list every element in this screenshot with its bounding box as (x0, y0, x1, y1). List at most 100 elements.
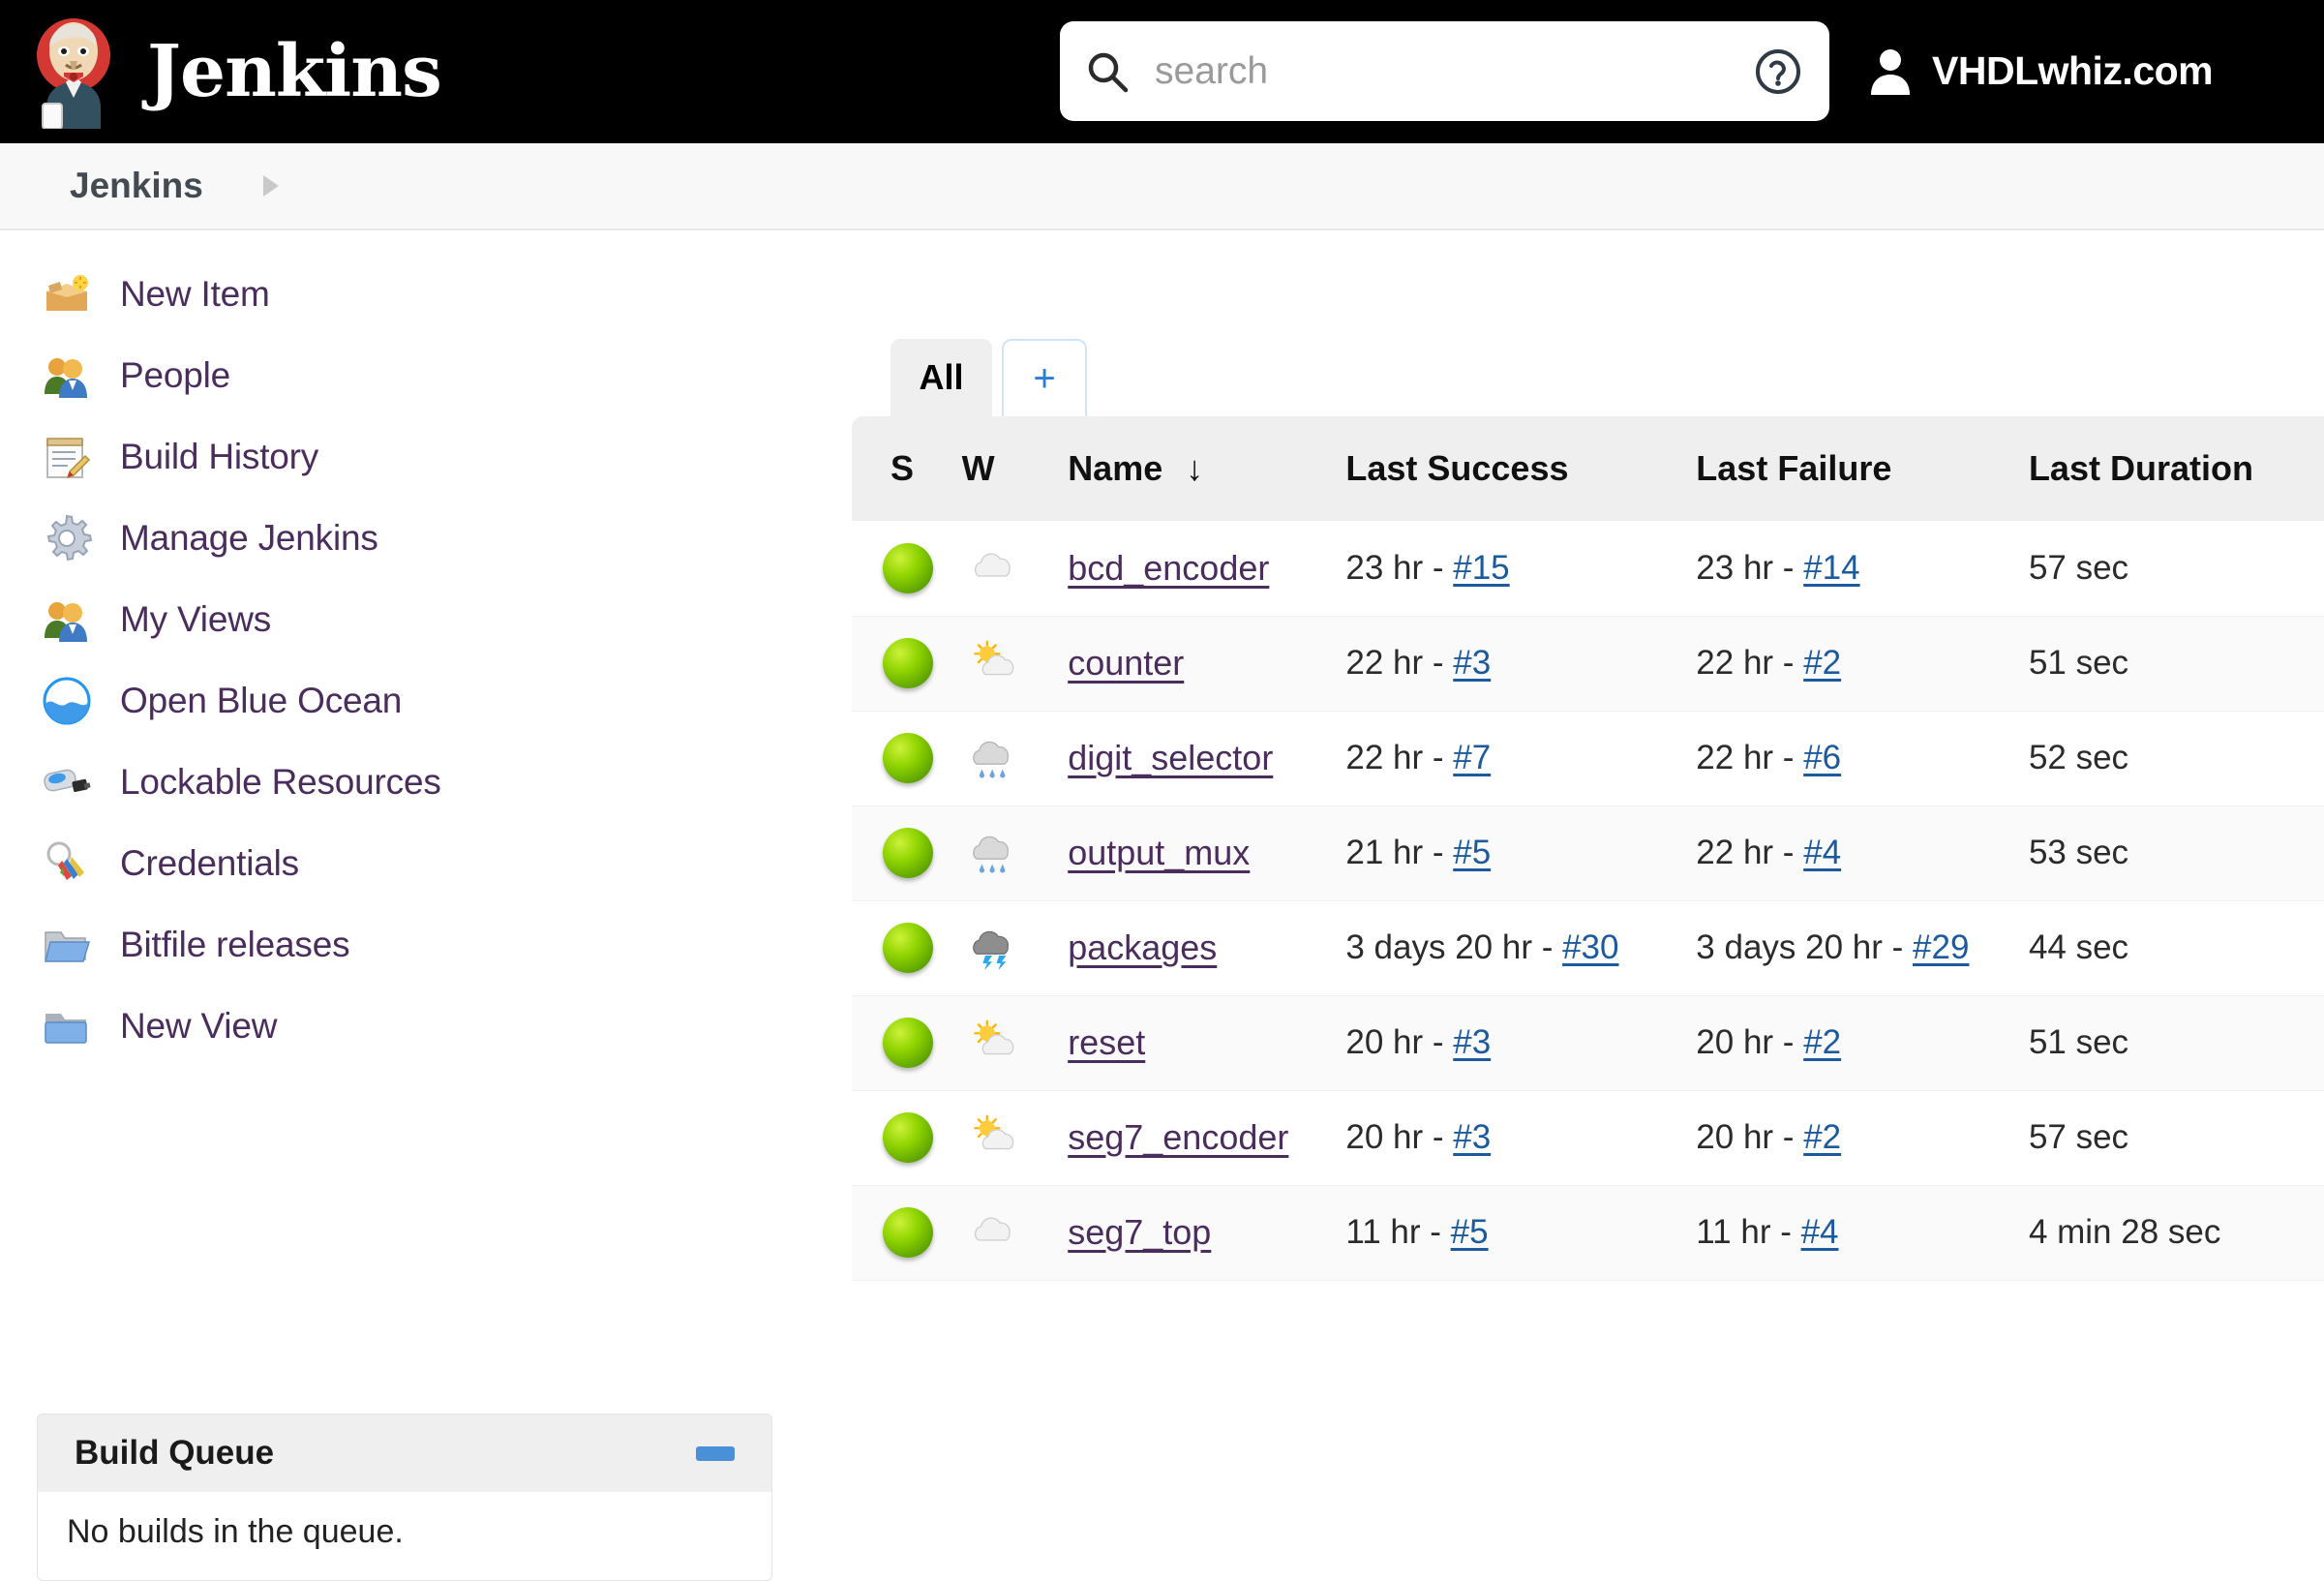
sidebar-item-bitfile-releases[interactable]: Bitfile releases (0, 904, 832, 986)
sidebar-item-new-item[interactable]: New Item (0, 254, 832, 335)
last-success-time: 22 hr - (1345, 644, 1454, 682)
search-icon (1085, 49, 1130, 94)
breadcrumb-root[interactable]: Jenkins (70, 166, 203, 206)
cell-last-duration: 51 sec (2028, 995, 2324, 1091)
last-failure-build-link[interactable]: #4 (1803, 834, 1841, 871)
cell-last-success: 20 hr - #3 (1345, 995, 1697, 1091)
status-ball-icon[interactable] (882, 1018, 933, 1068)
last-failure-build-link[interactable]: #14 (1803, 549, 1859, 587)
last-failure-build-link[interactable]: #4 (1801, 1213, 1839, 1251)
sidebar-item-people[interactable]: People (0, 335, 832, 416)
search-input[interactable] (1155, 49, 1752, 93)
status-ball-icon[interactable] (882, 638, 933, 688)
column-header-name[interactable]: Name ↓ (1041, 416, 1346, 521)
last-success-build-link[interactable]: #3 (1453, 1118, 1491, 1156)
last-failure-time: 22 hr - (1696, 834, 1804, 871)
status-ball-icon[interactable] (882, 1112, 933, 1163)
chevron-right-icon[interactable] (262, 175, 279, 197)
last-failure-time: 20 hr - (1696, 1118, 1804, 1156)
sidebar-item-build-history[interactable]: Build History (0, 416, 832, 498)
person-icon (1868, 46, 1913, 95)
status-ball-icon[interactable] (882, 828, 933, 878)
status-ball-icon[interactable] (882, 733, 933, 783)
cell-last-success: 22 hr - #7 (1345, 711, 1697, 806)
build-queue-empty-text: No builds in the queue. (67, 1513, 404, 1550)
last-success-time: 20 hr - (1345, 1118, 1454, 1156)
status-ball-icon[interactable] (882, 923, 933, 973)
gear-icon (41, 512, 93, 564)
tab-all[interactable]: All (890, 339, 992, 416)
people-icon (41, 593, 93, 646)
job-name-link[interactable]: seg7_top (1068, 1212, 1211, 1252)
cell-last-duration: 57 sec (2028, 1090, 2324, 1186)
sidebar-item-label: New Item (120, 274, 270, 314)
last-failure-build-link[interactable]: #2 (1803, 1118, 1841, 1156)
last-failure-time: 22 hr - (1696, 739, 1804, 776)
tab-add-view[interactable]: + (1002, 339, 1087, 416)
cell-job-name: reset (1041, 995, 1346, 1091)
last-success-build-link[interactable]: #15 (1453, 549, 1509, 587)
column-header-last-success[interactable]: Last Success (1345, 416, 1697, 521)
last-success-build-link[interactable]: #3 (1453, 644, 1491, 682)
folder-icon (41, 1000, 93, 1052)
last-success-build-link[interactable]: #3 (1453, 1023, 1491, 1061)
last-success-time: 21 hr - (1345, 834, 1454, 871)
cell-last-duration: 53 sec (2028, 806, 2324, 901)
column-header-last-failure[interactable]: Last Failure (1696, 416, 2029, 521)
job-name-link[interactable]: counter (1068, 643, 1184, 683)
status-ball-icon[interactable] (882, 542, 933, 593)
cell-status (852, 1090, 947, 1186)
cell-status (852, 521, 947, 617)
cell-last-duration: 44 sec (2028, 900, 2324, 996)
last-failure-build-link[interactable]: #2 (1803, 644, 1841, 682)
jenkins-butler-icon[interactable] (27, 15, 130, 130)
column-header-weather[interactable]: W (946, 416, 1041, 521)
last-success-build-link[interactable]: #5 (1453, 834, 1491, 871)
cell-last-success: 11 hr - #5 (1345, 1185, 1697, 1281)
sidebar-item-lockable-resources[interactable]: Lockable Resources (0, 742, 832, 823)
job-name-link[interactable]: seg7_encoder (1068, 1117, 1288, 1157)
last-duration-value: 44 sec (2028, 928, 2129, 966)
cell-last-duration: 52 sec (2028, 711, 2324, 806)
last-failure-build-link[interactable]: #29 (1913, 928, 1969, 966)
last-duration-value: 51 sec (2028, 1023, 2129, 1061)
weather-rain-icon (964, 735, 1022, 781)
last-success-build-link[interactable]: #30 (1562, 928, 1618, 966)
sidebar-item-label: Credentials (120, 843, 299, 883)
job-name-link[interactable]: packages (1068, 927, 1217, 967)
last-failure-build-link[interactable]: #2 (1803, 1023, 1841, 1061)
last-failure-build-link[interactable]: #6 (1803, 739, 1841, 776)
last-duration-value: 51 sec (2028, 644, 2129, 682)
sidebar-item-my-views[interactable]: My Views (0, 579, 832, 660)
cell-last-failure: 22 hr - #2 (1696, 616, 2029, 712)
weather-partly-sunny-icon (964, 1019, 1022, 1066)
sidebar-item-credentials[interactable]: Credentials (0, 823, 832, 904)
column-header-last-duration[interactable]: Last Duration (2028, 416, 2324, 521)
cell-job-name: bcd_encoder (1041, 521, 1346, 617)
cell-last-duration: 51 sec (2028, 616, 2324, 712)
last-success-build-link[interactable]: #7 (1453, 739, 1491, 776)
jobs-table-head: S W Name ↓ Last Success Last Failure Las… (852, 416, 2324, 521)
sidebar-item-new-view[interactable]: New View (0, 986, 832, 1067)
job-name-link[interactable]: digit_selector (1068, 738, 1273, 777)
last-success-build-link[interactable]: #5 (1451, 1213, 1489, 1251)
cell-weather (946, 711, 1041, 806)
minus-icon[interactable] (696, 1445, 735, 1461)
user-menu[interactable]: VHDLwhiz.com (1868, 27, 2214, 114)
build-history-notepad-icon (41, 431, 93, 483)
jenkins-brand[interactable]: Jenkins (27, 15, 442, 130)
cell-last-success: 22 hr - #3 (1345, 616, 1697, 712)
sidebar-item-manage-jenkins[interactable]: Manage Jenkins (0, 498, 832, 579)
job-name-link[interactable]: output_mux (1068, 833, 1250, 872)
help-circle-icon[interactable] (1752, 46, 1804, 98)
usb-device-icon (41, 756, 93, 808)
sidebar-item-open-blue-ocean[interactable]: Open Blue Ocean (0, 660, 832, 742)
status-ball-icon[interactable] (882, 1207, 933, 1258)
last-failure-time: 11 hr - (1696, 1213, 1801, 1251)
cell-weather (946, 1185, 1041, 1281)
job-name-link[interactable]: bcd_encoder (1068, 548, 1269, 588)
cell-last-failure: 11 hr - #4 (1696, 1185, 2029, 1281)
search-box[interactable] (1060, 21, 1829, 121)
column-header-status[interactable]: S (852, 416, 947, 521)
job-name-link[interactable]: reset (1068, 1022, 1145, 1062)
